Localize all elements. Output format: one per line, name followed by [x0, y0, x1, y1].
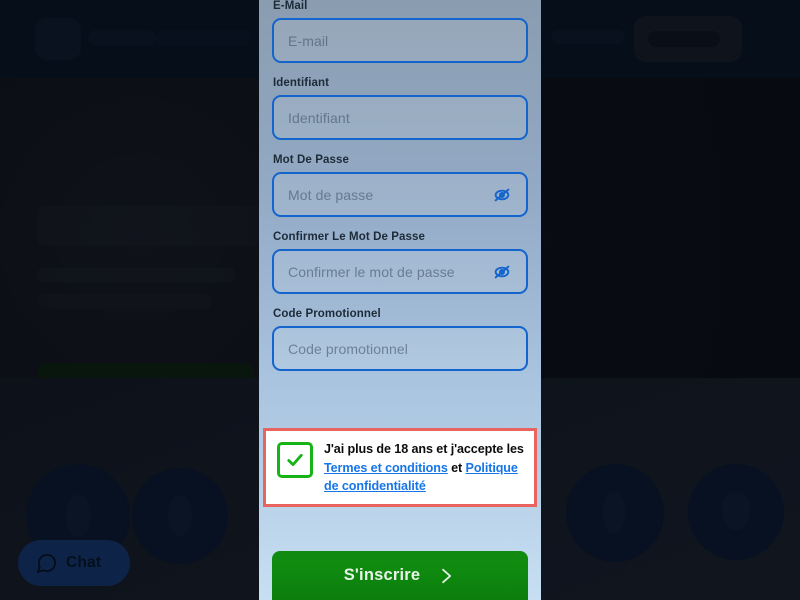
- input-username-placeholder: Identifiant: [288, 109, 350, 126]
- input-email[interactable]: E-mail: [272, 18, 528, 63]
- category-icon-2: [168, 496, 192, 536]
- input-password[interactable]: Mot de passe: [272, 172, 528, 217]
- label-username: Identifiant: [273, 77, 330, 89]
- input-email-placeholder: E-mail: [288, 32, 329, 49]
- brand-logo-icon[interactable]: [35, 18, 81, 60]
- label-promo-code: Code Promotionnel: [273, 308, 381, 320]
- link-terms-and-conditions[interactable]: Termes et conditions: [324, 461, 448, 475]
- hero-subtitle-line-2: [38, 294, 210, 309]
- nav-account-button[interactable]: [634, 16, 742, 62]
- eye-slash-icon[interactable]: [491, 261, 513, 283]
- consent-text-part-2: et: [447, 460, 466, 475]
- registration-form: E-Mail E-mail Identifiant Identifiant Mo…: [259, 0, 541, 385]
- field-group-email: E-Mail E-mail: [272, 0, 528, 63]
- input-promo-code[interactable]: Code promotionnel: [272, 326, 528, 371]
- consent-highlight-box: J'ai plus de 18 ans et j'accepte les Ter…: [263, 428, 537, 507]
- input-confirm-password-placeholder: Confirmer le mot de passe: [288, 263, 455, 280]
- eye-slash-icon[interactable]: [491, 184, 513, 206]
- category-circle-2[interactable]: [132, 468, 228, 564]
- registration-modal: E-Mail E-mail Identifiant Identifiant Mo…: [259, 0, 541, 600]
- label-confirm-password: Confirmer Le Mot De Passe: [273, 231, 426, 243]
- chevron-right-icon: [436, 565, 456, 587]
- category-icon-1: [66, 495, 90, 537]
- consent-text-part-1: J'ai plus de 18 ans et j'accepte les: [324, 442, 524, 456]
- category-icon-4: [722, 492, 750, 530]
- screen-root: Chat E-Mail E-mail Identifiant Identifia…: [0, 0, 800, 600]
- consent-text: J'ai plus de 18 ans et j'accepte les Ter…: [324, 440, 524, 496]
- category-circle-3[interactable]: [566, 464, 664, 562]
- submit-register-button[interactable]: S'inscrire: [272, 551, 528, 600]
- input-username[interactable]: Identifiant: [272, 95, 528, 140]
- field-group-username: Identifiant Identifiant: [272, 77, 528, 140]
- input-confirm-password[interactable]: Confirmer le mot de passe: [272, 249, 528, 294]
- chat-widget-label: Chat: [66, 554, 102, 571]
- nav-menu-item-b[interactable]: [156, 30, 251, 46]
- input-promo-code-placeholder: Code promotionnel: [288, 340, 408, 357]
- category-icon-3: [603, 492, 625, 534]
- consent-checkbox[interactable]: [277, 442, 313, 478]
- chat-widget-button[interactable]: Chat: [18, 540, 130, 586]
- label-password: Mot De Passe: [273, 154, 349, 166]
- nav-account-button-label: [648, 31, 720, 47]
- field-group-password: Mot De Passe Mot de passe: [272, 154, 528, 217]
- submit-register-label: S'inscrire: [343, 566, 421, 584]
- input-password-placeholder: Mot de passe: [288, 186, 374, 203]
- field-group-confirm-password: Confirmer Le Mot De Passe Confirmer le m…: [272, 231, 528, 294]
- chat-bubble-icon: [35, 552, 58, 575]
- nav-menu-item-c[interactable]: [552, 30, 624, 44]
- hero-title: [38, 206, 276, 246]
- checkmark-icon: [285, 450, 305, 470]
- category-circle-4[interactable]: [688, 464, 784, 560]
- label-email: E-Mail: [273, 0, 308, 12]
- hero-subtitle-line-1: [38, 268, 234, 283]
- nav-menu-item-a[interactable]: [88, 30, 156, 46]
- field-group-promo-code: Code Promotionnel Code promotionnel: [272, 308, 528, 371]
